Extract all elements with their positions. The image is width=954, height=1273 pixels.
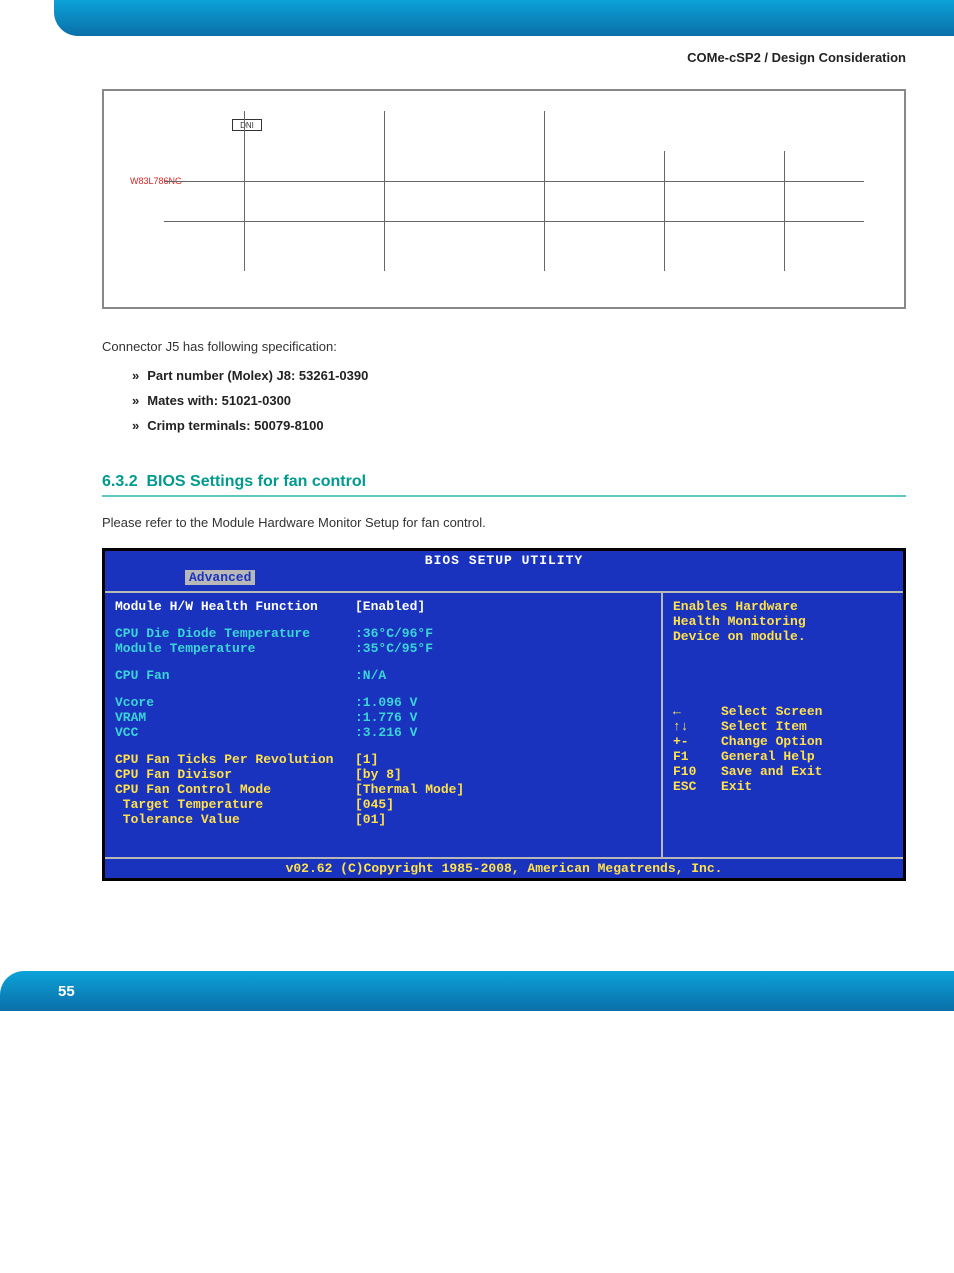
bios-field-value: [1] (355, 752, 378, 767)
bios-footer: v02.62 (C)Copyright 1985-2008, American … (105, 859, 903, 878)
spec-item: Mates with: 51021-0300 (132, 393, 906, 408)
bios-cpu-fan: CPU Fan :N/A (115, 668, 651, 683)
bios-field-label: Module Temperature (115, 641, 355, 656)
bios-key-help: F10Save and Exit (673, 764, 893, 779)
section-number: 6.3.2 (102, 473, 138, 490)
section-title: BIOS Settings for fan control (146, 473, 366, 490)
spec-item: Crimp terminals: 50079-8100 (132, 418, 906, 433)
bios-target-temp[interactable]: Target Temperature [045] (115, 797, 651, 812)
bios-hw-health[interactable]: Module H/W Health Function [Enabled] (115, 599, 651, 614)
bios-field-label: CPU Fan Ticks Per Revolution (115, 752, 355, 767)
bios-field-label: Target Temperature (115, 797, 355, 812)
bios-field-value: :1.096 V (355, 695, 417, 710)
bios-field-label: VRAM (115, 710, 355, 725)
bios-key-help: ←Select Screen (673, 704, 893, 719)
bios-tab-advanced[interactable]: Advanced (185, 570, 255, 585)
dni-label: DNI (232, 119, 262, 131)
spec-list: Part number (Molex) J8: 53261-0390 Mates… (102, 368, 906, 433)
bios-vcore: Vcore :1.096 V (115, 695, 651, 710)
page-footer: 55 (0, 971, 954, 1011)
bios-key-help: +-Change Option (673, 734, 893, 749)
bios-field-value: [by 8] (355, 767, 402, 782)
bios-fan-ticks[interactable]: CPU Fan Ticks Per Revolution [1] (115, 752, 651, 767)
bios-field-label: Vcore (115, 695, 355, 710)
bios-vcc: VCC :3.216 V (115, 725, 651, 740)
bios-key-help: F1General Help (673, 749, 893, 764)
bios-vram: VRAM :1.776 V (115, 710, 651, 725)
bios-field-label: VCC (115, 725, 355, 740)
spec-item: Part number (Molex) J8: 53261-0390 (132, 368, 906, 383)
bios-help-line: Enables Hardware (673, 599, 893, 614)
bios-cpu-die-temp: CPU Die Diode Temperature :36°C/96°F (115, 626, 651, 641)
page-number: 55 (58, 983, 75, 1000)
bios-field-label: Module H/W Health Function (115, 599, 355, 614)
header-bar (54, 0, 954, 36)
bios-field-label: CPU Fan Control Mode (115, 782, 355, 797)
refer-text: Please refer to the Module Hardware Moni… (102, 515, 906, 530)
bios-key-help: ESCExit (673, 779, 893, 794)
bios-tolerance[interactable]: Tolerance Value [01] (115, 812, 651, 827)
bios-fan-divisor[interactable]: CPU Fan Divisor [by 8] (115, 767, 651, 782)
bios-help-line: Health Monitoring (673, 614, 893, 629)
bios-field-label: CPU Die Diode Temperature (115, 626, 355, 641)
bios-field-value: [Enabled] (355, 599, 425, 614)
bios-key-help: ↑↓Select Item (673, 719, 893, 734)
bios-field-value: :N/A (355, 668, 386, 683)
bios-field-value: :36°C/96°F (355, 626, 433, 641)
bios-field-value: [Thermal Mode] (355, 782, 464, 797)
bios-field-label: CPU Fan (115, 668, 355, 683)
bios-help-line: Device on module. (673, 629, 893, 644)
bios-field-label: Tolerance Value (115, 812, 355, 827)
breadcrumb: COMe-cSP2 / Design Consideration (0, 50, 954, 89)
bios-field-value: :3.216 V (355, 725, 417, 740)
bios-field-value: :35°C/95°F (355, 641, 433, 656)
bios-screenshot: BIOS SETUP UTILITY Advanced Module H/W H… (102, 548, 906, 881)
bios-fan-control-mode[interactable]: CPU Fan Control Mode [Thermal Mode] (115, 782, 651, 797)
bios-field-label: CPU Fan Divisor (115, 767, 355, 782)
bios-field-value: :1.776 V (355, 710, 417, 725)
bios-field-value: [01] (355, 812, 386, 827)
schematic-image: DNI W83L786NG (102, 89, 906, 309)
bios-module-temp: Module Temperature :35°C/95°F (115, 641, 651, 656)
spec-intro: Connector J5 has following specification… (102, 339, 906, 354)
section-underline (102, 495, 906, 497)
bios-field-value: [045] (355, 797, 394, 812)
section-heading: 6.3.2 BIOS Settings for fan control (102, 473, 906, 491)
bios-title: BIOS SETUP UTILITY (105, 551, 903, 570)
